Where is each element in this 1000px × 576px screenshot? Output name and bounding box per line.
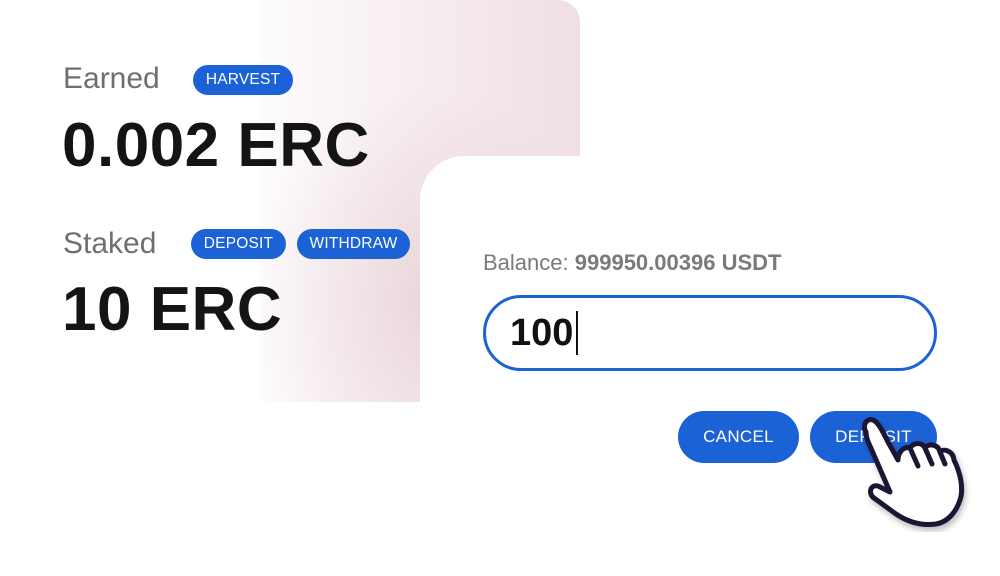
amount-value: 100 bbox=[510, 311, 574, 354]
deposit-pill-button[interactable]: DEPOSIT bbox=[191, 229, 286, 259]
amount-value-wrapper: 100 bbox=[510, 310, 579, 356]
text-caret bbox=[576, 311, 579, 355]
earned-value: 0.002 ERC bbox=[62, 111, 370, 180]
balance-value: 999950.00396 USDT bbox=[574, 250, 782, 275]
staked-value: 10 ERC bbox=[62, 275, 283, 344]
staked-label: Staked bbox=[63, 227, 157, 260]
earned-label: Earned bbox=[63, 62, 160, 95]
harvest-button[interactable]: HARVEST bbox=[193, 65, 293, 95]
withdraw-pill-button[interactable]: WITHDRAW bbox=[297, 229, 410, 259]
amount-input[interactable]: 100 bbox=[483, 295, 937, 371]
cancel-button[interactable]: CANCEL bbox=[678, 411, 799, 463]
balance-label: Balance: bbox=[483, 250, 569, 275]
pointing-hand-icon bbox=[861, 417, 965, 527]
balance-line: Balance: 999950.00396 USDT bbox=[483, 250, 781, 276]
